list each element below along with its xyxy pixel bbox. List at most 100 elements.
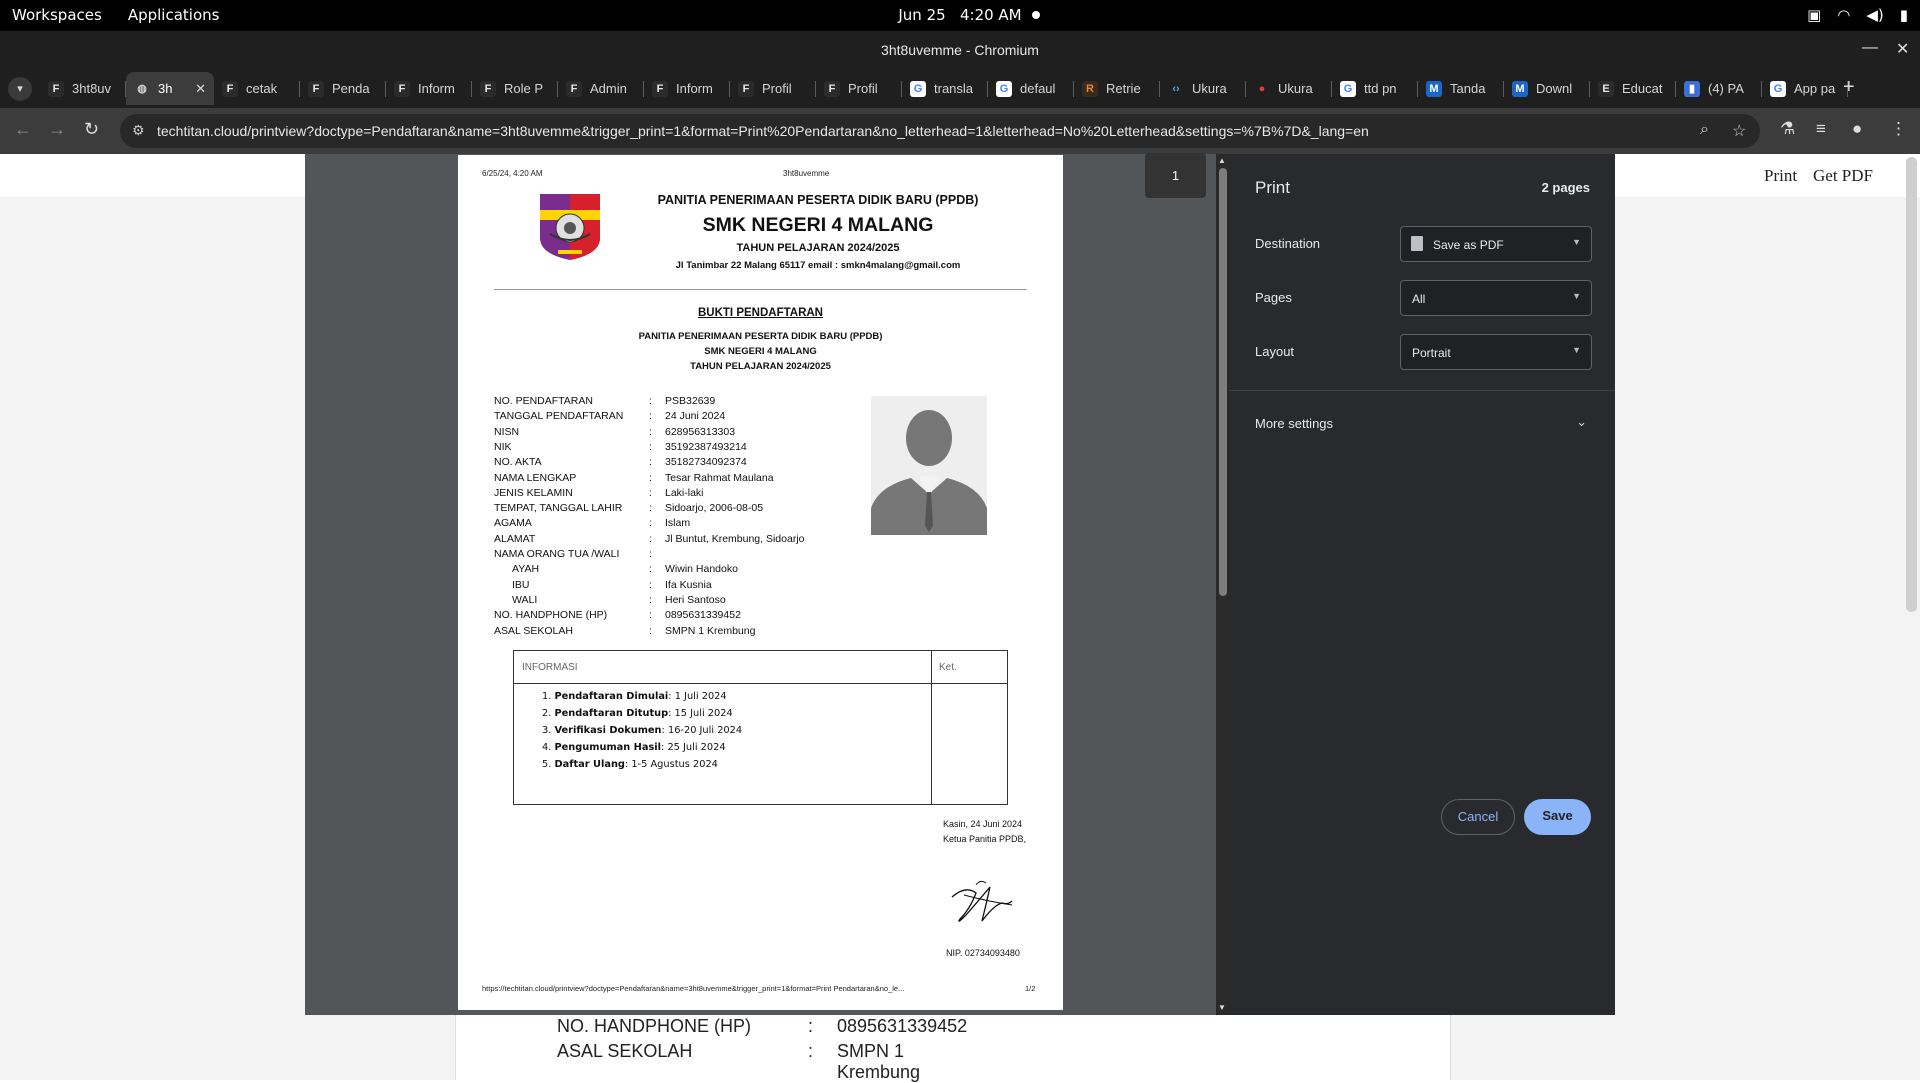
media-controls-icon[interactable]: ≡ — [1816, 119, 1826, 139]
tab-search-chevron-icon[interactable]: ▾ — [8, 77, 32, 101]
browser-tab[interactable]: M Downl — [1504, 72, 1590, 105]
page-scrollbar[interactable] — [1906, 157, 1917, 612]
url-text[interactable]: techtitan.cloud/printview?doctype=Pendaf… — [157, 123, 1369, 139]
menu-kebab-icon[interactable]: ⋮ — [1890, 119, 1907, 139]
field-value: 628956313303 — [665, 425, 736, 438]
minimize-icon[interactable]: — — [1862, 39, 1878, 57]
retrieve-icon: R — [1082, 80, 1098, 97]
browser-tab[interactable]: G App pa — [1762, 72, 1848, 105]
labs-flask-icon[interactable]: ⚗ — [1780, 119, 1795, 139]
tab-label: Retrie — [1106, 81, 1141, 96]
new-tab-plus-icon[interactable]: + — [1843, 76, 1855, 99]
document-title: BUKTI PENDAFTARAN — [697, 307, 823, 319]
print-dialog-title: Print — [1255, 178, 1290, 197]
browser-tab[interactable]: F Profil — [816, 72, 902, 105]
canva-m-icon: M — [1426, 80, 1442, 97]
field-label: WALI — [512, 593, 538, 606]
screen-share-icon[interactable]: ▣ — [1807, 6, 1821, 24]
chevron-down-icon[interactable]: ⌄ — [1576, 414, 1587, 430]
document-subtitle-3: TAHUN PELAJARAN 2024/2025 — [690, 361, 831, 372]
browser-tab[interactable]: F Profil — [730, 72, 816, 105]
tab-label: 3h — [158, 81, 173, 96]
frappe-f-icon: F — [308, 80, 324, 97]
browser-tab[interactable]: Fcetak — [214, 72, 300, 105]
address-bar[interactable]: ⚙ techtitan.cloud/printview?doctype=Pend… — [120, 114, 1760, 148]
reload-icon[interactable]: ↻ — [84, 119, 99, 140]
more-settings-toggle[interactable]: More settings — [1255, 416, 1333, 431]
preview-page-number: 1 — [1145, 153, 1206, 198]
tab-label: Profil — [762, 81, 792, 96]
frappe-f-icon: F — [222, 80, 238, 97]
profile-icon[interactable]: ● — [1852, 119, 1862, 139]
tab-label: Role P — [504, 81, 544, 96]
info-list-item: 5. Daftar Ulang: 1-5 Agustus 2024 — [542, 759, 742, 776]
browser-tab[interactable]: F Admin — [558, 72, 644, 105]
info-list-item: 3. Verifikasi Dokumen: 16-20 Juli 2024 — [542, 725, 742, 742]
close-window-icon[interactable]: ✕ — [1896, 39, 1909, 59]
browser-tab[interactable]: F 3ht8uv — [40, 72, 126, 105]
cancel-button[interactable]: Cancel — [1441, 799, 1515, 835]
forward-arrow-icon[interactable]: → — [48, 119, 66, 140]
field-label: IBU — [512, 578, 530, 591]
browser-tab[interactable]: F Penda — [300, 72, 386, 105]
close-tab-icon[interactable]: ✕ — [195, 81, 206, 97]
field-colon: : — [649, 532, 652, 545]
browser-tab[interactable]: E Educat — [1590, 72, 1676, 105]
info-item-number: 4. — [542, 742, 552, 753]
wifi-icon[interactable]: ◠ — [1837, 6, 1850, 24]
frappe-f-icon: F — [566, 80, 582, 97]
save-button[interactable]: Save — [1524, 799, 1591, 835]
behind-row-colon: : — [808, 1041, 814, 1061]
info-item-value: : 1-5 Agustus 2024 — [624, 759, 718, 770]
browser-tab[interactable]: Gttd pn — [1332, 72, 1418, 105]
browser-tab[interactable]: Gtransla — [902, 72, 988, 105]
clock[interactable]: Jun 25 4:20 AM — [0, 6, 1920, 24]
browser-tab[interactable]: F Inform — [386, 72, 472, 105]
back-arrow-icon[interactable]: ← — [14, 119, 32, 140]
power-icon[interactable]: ▮ — [1900, 6, 1908, 24]
field-label: AGAMA — [494, 517, 532, 530]
browser-tab[interactable]: F Inform — [644, 72, 730, 105]
field-value: Wiwin Handoko — [665, 563, 738, 576]
field-value: 35192387493214 — [665, 440, 747, 453]
behind-row-colon: : — [808, 1016, 814, 1036]
pages-select[interactable]: All ▼ — [1400, 280, 1592, 316]
field-colon: : — [649, 593, 652, 606]
tab-label: 3ht8uv — [72, 81, 112, 96]
info-item-number: 5. — [542, 759, 552, 770]
google-g-icon: G — [996, 80, 1012, 97]
info-item-number: 1. — [542, 691, 552, 702]
table-column-divider — [931, 651, 932, 804]
destination-select[interactable]: Save as PDF ▼ — [1400, 226, 1592, 262]
browser-tab[interactable]: ◍ 3h ✕ — [126, 72, 214, 105]
preview-scroll-thumb[interactable] — [1219, 168, 1227, 596]
browser-tab[interactable]: Gdefaul — [988, 72, 1074, 105]
browser-tab[interactable]: F Role P — [472, 72, 558, 105]
bookmark-star-icon[interactable]: ☆ — [1732, 121, 1746, 141]
browser-tab[interactable]: R Retrie — [1074, 72, 1160, 105]
volume-icon[interactable]: ◀) — [1866, 6, 1883, 24]
field-label: ALAMAT — [494, 532, 536, 545]
print-header-datetime: 6/25/24, 4:20 AM — [482, 169, 543, 178]
browser-tab[interactable]: ‹› Ukura — [1160, 72, 1246, 105]
field-label: NAMA LENGKAP — [494, 471, 577, 484]
get-pdf-button[interactable]: Get PDF — [1813, 166, 1873, 186]
browser-tab[interactable]: M Tanda — [1418, 72, 1504, 105]
window-title-bar: 3ht8uvemme - Chromium — ✕ — [0, 31, 1920, 69]
scroll-up-icon[interactable]: ▲ — [1218, 156, 1226, 165]
info-item-key: Pendaftaran Ditutup — [554, 708, 669, 719]
info-item-value: : 15 Juli 2024 — [668, 708, 733, 719]
zoom-icon[interactable]: ⌕ — [1700, 121, 1709, 139]
field-label: NISN — [494, 425, 520, 438]
field-value: 0895631339452 — [665, 609, 741, 622]
scroll-down-icon[interactable]: ▼ — [1218, 1003, 1226, 1012]
print-button[interactable]: Print — [1764, 166, 1797, 186]
document-subtitle-2: SMK NEGERI 4 MALANG — [704, 346, 817, 357]
info-item-number: 2. — [542, 708, 552, 719]
preview-scrollbar[interactable]: ▲ ▼ — [1216, 154, 1230, 1015]
layout-select[interactable]: Portrait ▼ — [1400, 334, 1592, 370]
browser-tab[interactable]: ▮ (4) PA — [1676, 72, 1762, 105]
dropdown-arrow-icon: ▼ — [1572, 237, 1581, 247]
browser-tab[interactable]: ● Ukura — [1246, 72, 1332, 105]
site-info-icon[interactable]: ⚙ — [132, 122, 145, 139]
